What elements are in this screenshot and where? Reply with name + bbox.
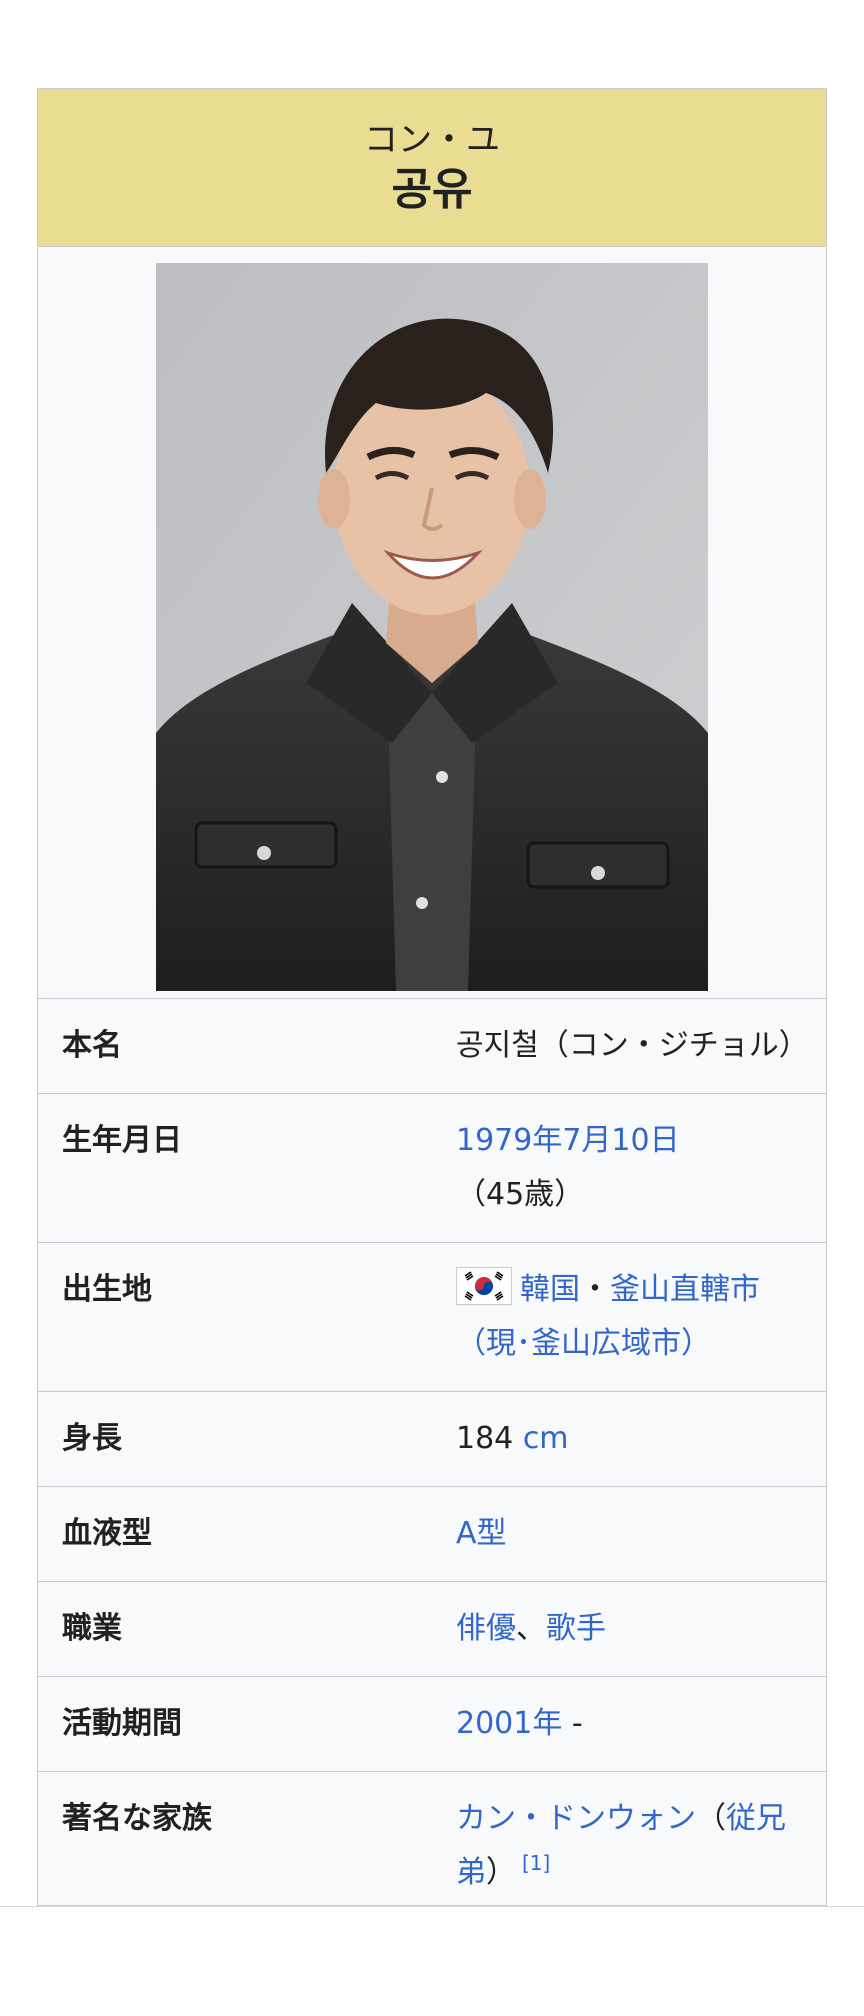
row-height: 身長 184 cm [38, 1392, 826, 1487]
row-occupation: 職業 俳優、歌手 [38, 1582, 826, 1677]
open-paren: （ [696, 1801, 726, 1836]
city-link[interactable]: 釜山直轄市 [610, 1272, 760, 1307]
occupation-value: 俳優、歌手 [456, 1602, 802, 1656]
singer-link[interactable]: 歌手 [546, 1611, 606, 1646]
row-blood-type: 血液型 A型 [38, 1487, 826, 1582]
current-city-link[interactable]: （現･釜山広域市） [456, 1326, 711, 1361]
infobox-header: コン・ユ 공유 [38, 89, 826, 247]
period-suffix: - [562, 1706, 583, 1741]
blood-type-value: A型 [456, 1507, 802, 1561]
row-label: 本名 [62, 1028, 122, 1063]
row-label: 著名な家族 [62, 1801, 212, 1836]
notable-family-value: カン・ドンウォン（従兄弟） [1] [456, 1792, 802, 1900]
row-notable-family: 著名な家族 カン・ドンウォン（従兄弟） [1] [38, 1772, 826, 1905]
row-birth-date: 生年月日 1979年7月10日 （45歳） [38, 1094, 826, 1243]
infobox: コン・ユ 공유 本名 공지철（コン・ジチョル） 生年月日 1979年7月10日（… [37, 88, 827, 1906]
blood-type-link[interactable]: A型 [456, 1516, 507, 1551]
separator: ・ [580, 1272, 610, 1307]
age-text: （45歳） [456, 1177, 585, 1212]
separator: 、 [516, 1611, 546, 1646]
active-period-value: 2001年 - [456, 1697, 802, 1751]
actor-link[interactable]: 俳優 [456, 1611, 516, 1646]
row-label: 職業 [62, 1611, 122, 1646]
row-label: 生年月日 [62, 1123, 182, 1158]
birth-date-value: 1979年7月10日 （45歳） [456, 1114, 802, 1222]
row-label: 活動期間 [62, 1706, 182, 1741]
height-number: 184 [456, 1421, 514, 1456]
birth-date-link[interactable]: 1979年7月10日 [456, 1123, 680, 1158]
reference-link[interactable]: [1] [522, 1851, 550, 1875]
row-birth-place: 出生地 韓国・釜山直轄市 （現･釜山広域市） [38, 1243, 826, 1392]
country-link[interactable]: 韓国 [520, 1272, 580, 1307]
row-label: 出生地 [62, 1272, 152, 1307]
close-paren: ） [486, 1855, 516, 1890]
birth-place-value: 韓国・釜山直轄市 （現･釜山広域市） [456, 1263, 802, 1371]
real-name-value: 공지철（コン・ジチョル） [456, 1028, 809, 1063]
photo-cell [38, 247, 826, 999]
family-name-link[interactable]: カン・ドンウォン [456, 1801, 696, 1836]
row-real-name: 本名 공지철（コン・ジチョル） [38, 999, 826, 1094]
year-link[interactable]: 2001年 [456, 1706, 562, 1741]
cm-link[interactable]: cm [523, 1421, 569, 1456]
height-value: 184 cm [456, 1412, 802, 1466]
row-label: 血液型 [62, 1516, 152, 1551]
south-korea-flag-icon [456, 1267, 512, 1305]
kana-name: コン・ユ [364, 119, 500, 160]
row-active-period: 活動期間 2001年 - [38, 1677, 826, 1772]
portrait-image[interactable] [156, 263, 708, 991]
row-label: 身長 [62, 1421, 122, 1456]
hangul-name: 공유 [391, 163, 473, 215]
page-divider [0, 1906, 864, 1907]
